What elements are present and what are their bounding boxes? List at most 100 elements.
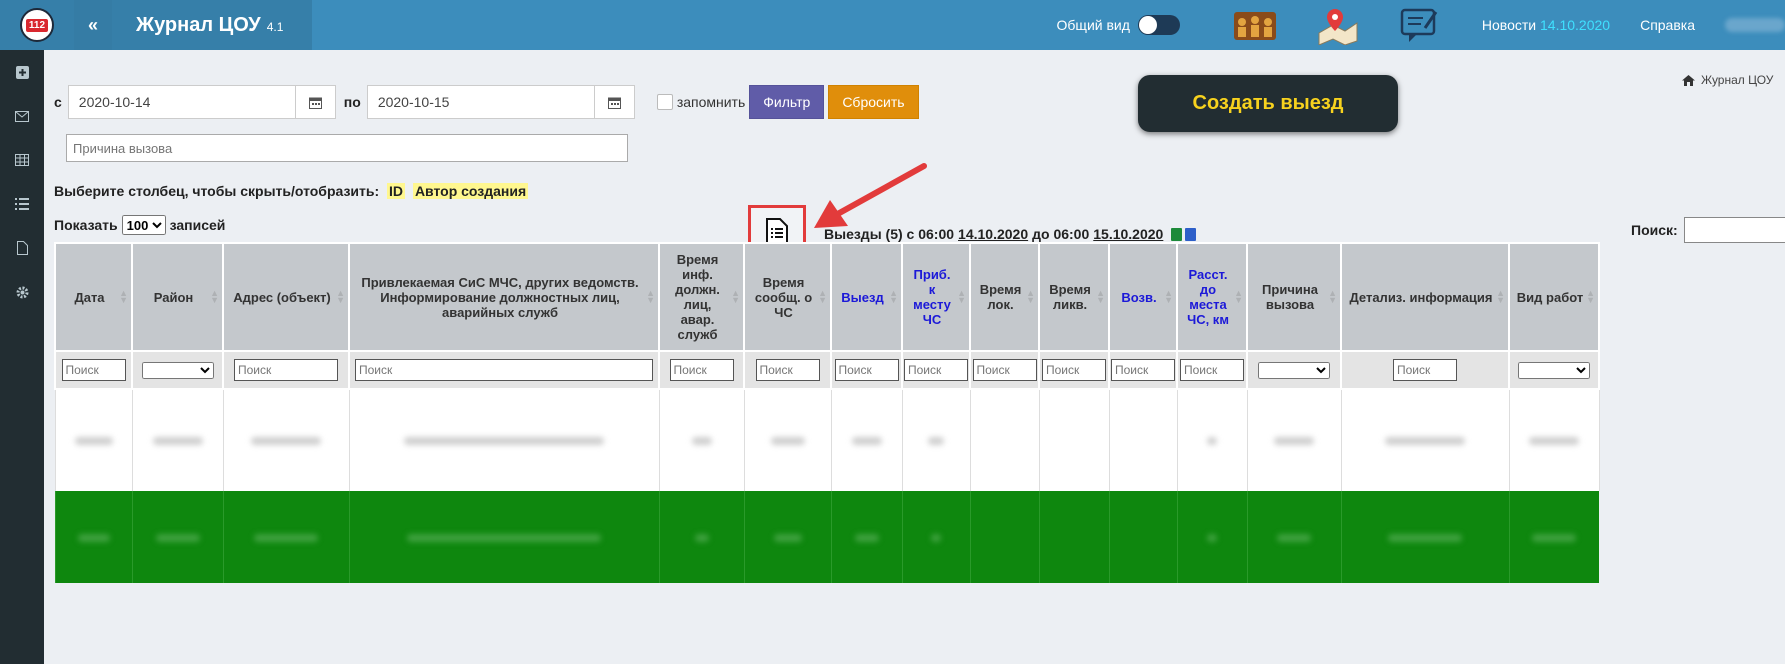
table-cell	[1508, 389, 1600, 491]
map-pin-icon[interactable]	[1307, 3, 1367, 47]
table-icon[interactable]	[0, 138, 44, 182]
sidebar-toggle-button[interactable]: «	[74, 0, 112, 50]
column-filter-select[interactable]	[1518, 361, 1590, 379]
reset-button[interactable]: Сбросить	[828, 85, 919, 119]
date-to-input[interactable]	[367, 86, 594, 118]
column-filter-input[interactable]	[755, 359, 820, 381]
search-input[interactable]	[1683, 217, 1785, 243]
redacted-text	[854, 533, 879, 542]
toggle-column-id[interactable]: ID	[387, 183, 406, 199]
column-filter-cell	[1340, 350, 1510, 390]
column-filter-input[interactable]	[904, 359, 968, 381]
teams-icon[interactable]	[1225, 3, 1285, 47]
column-header-label: Выезд	[841, 289, 884, 305]
table-cell	[1176, 389, 1248, 491]
calendar-icon[interactable]	[593, 86, 634, 118]
table-row[interactable]	[54, 491, 1599, 583]
date-from-input[interactable]	[68, 86, 295, 118]
redacted-text	[254, 533, 318, 542]
column-filter-input[interactable]	[1042, 359, 1106, 381]
page-size-select[interactable]: 100	[121, 215, 166, 235]
redacted-text	[694, 533, 709, 542]
app-logo[interactable]: 112	[0, 0, 74, 50]
general-view-toggle[interactable]	[1137, 15, 1180, 35]
news-link[interactable]: Новости 14.10.2020	[1482, 17, 1610, 33]
redacted-text	[1277, 533, 1311, 542]
column-filter-input[interactable]	[972, 359, 1037, 381]
sort-icon: ▲ ▼	[1496, 288, 1505, 305]
column-header[interactable]: Причина вызова ▲ ▼	[1246, 242, 1342, 352]
sort-icon: ▲ ▼	[889, 288, 898, 305]
column-header[interactable]: Время инф. должн. лиц, авар. служб ▲ ▼	[658, 242, 745, 352]
redacted-text	[407, 533, 601, 542]
column-header[interactable]: Выезд ▲ ▼	[830, 242, 903, 352]
remember-checkbox[interactable]	[656, 94, 673, 110]
column-header[interactable]: Время лок. ▲ ▼	[969, 242, 1040, 352]
column-header[interactable]: Время сообщ. о ЧС ▲ ▼	[743, 242, 832, 352]
user-menu[interactable]	[1725, 18, 1785, 32]
redacted-text	[251, 437, 321, 445]
column-header[interactable]: Приб. к месту ЧС ▲ ▼	[901, 242, 971, 352]
column-filter-select[interactable]	[141, 361, 214, 379]
table-cell	[1176, 491, 1247, 583]
table-cell	[348, 389, 660, 491]
list-icon[interactable]	[0, 182, 44, 226]
redacted-text	[1207, 437, 1217, 445]
column-filter-select[interactable]	[1258, 361, 1330, 379]
sidebar	[0, 50, 44, 664]
report-date-to[interactable]: 15.10.2020	[1093, 226, 1163, 242]
column-filter-input[interactable]	[1111, 359, 1175, 381]
column-filter-cell	[901, 350, 971, 390]
chat-edit-icon[interactable]	[1389, 3, 1449, 47]
report-prefix: Выезды (5) с 06:00	[824, 226, 955, 242]
excel-export-icon[interactable]	[1171, 227, 1183, 241]
redacted-text	[691, 437, 712, 445]
help-link[interactable]: Справка	[1640, 17, 1695, 33]
gear-icon[interactable]	[0, 270, 44, 314]
report-date-from[interactable]: 14.10.2020	[958, 226, 1028, 242]
column-filter-input[interactable]	[61, 359, 126, 381]
sort-icon: ▲ ▼	[731, 288, 740, 305]
sort-icon: ▲ ▼	[818, 288, 827, 305]
envelope-icon[interactable]	[0, 94, 44, 138]
column-header[interactable]: Расст. до места ЧС, км ▲ ▼	[1176, 242, 1248, 352]
column-filter-input[interactable]	[355, 359, 653, 381]
column-header[interactable]: Район ▲ ▼	[131, 242, 224, 352]
toggle-column-author[interactable]: Автор создания	[412, 183, 529, 199]
column-filter-input[interactable]	[669, 359, 734, 381]
column-header[interactable]: Вид работ ▲ ▼	[1508, 242, 1600, 352]
column-header[interactable]: Адрес (объект) ▲ ▼	[222, 242, 350, 352]
column-header[interactable]: Возв. ▲ ▼	[1108, 242, 1178, 352]
plus-square-icon[interactable]	[0, 50, 44, 94]
column-header[interactable]: Время ликв. ▲ ▼	[1038, 242, 1110, 352]
table-cell	[54, 389, 133, 491]
column-toggle-bar: Выберите столбец, чтобы скрыть/отобразит…	[54, 183, 529, 199]
column-header[interactable]: Привлекаемая СиС МЧС, других ведомств. И…	[348, 242, 660, 352]
redacted-text	[773, 533, 802, 542]
logo-text: 112	[25, 18, 49, 32]
column-header[interactable]: Дата ▲ ▼	[54, 242, 133, 352]
word-export-icon[interactable]	[1185, 227, 1197, 241]
column-header[interactable]: Детализ. информация ▲ ▼	[1340, 242, 1510, 352]
calendar-icon[interactable]	[294, 86, 335, 118]
call-reason-input[interactable]	[66, 134, 628, 162]
table-row[interactable]	[54, 389, 1600, 491]
column-filter-cell	[1508, 350, 1600, 390]
table-search: Поиск:	[1631, 217, 1785, 243]
column-filter-input[interactable]	[234, 359, 338, 381]
sort-icon: ▲ ▼	[1586, 288, 1595, 305]
table-cell	[1340, 491, 1509, 583]
column-filter-input[interactable]	[834, 359, 899, 381]
column-filter-input[interactable]	[1393, 359, 1457, 381]
table-cell	[1038, 491, 1109, 583]
create-trip-button[interactable]: Создать выезд	[1138, 75, 1398, 132]
filter-button[interactable]: Фильтр	[749, 85, 825, 119]
table-cell	[743, 389, 832, 491]
column-filter-cell	[969, 350, 1040, 390]
home-icon[interactable]	[1682, 74, 1695, 86]
breadcrumb-item[interactable]: Журнал ЦОУ	[1701, 73, 1773, 87]
file-icon[interactable]	[0, 226, 44, 270]
column-header-label: Детализ. информация	[1349, 289, 1493, 305]
column-header-label: Приб. к месту ЧС	[913, 267, 951, 327]
column-filter-input[interactable]	[1180, 359, 1244, 381]
